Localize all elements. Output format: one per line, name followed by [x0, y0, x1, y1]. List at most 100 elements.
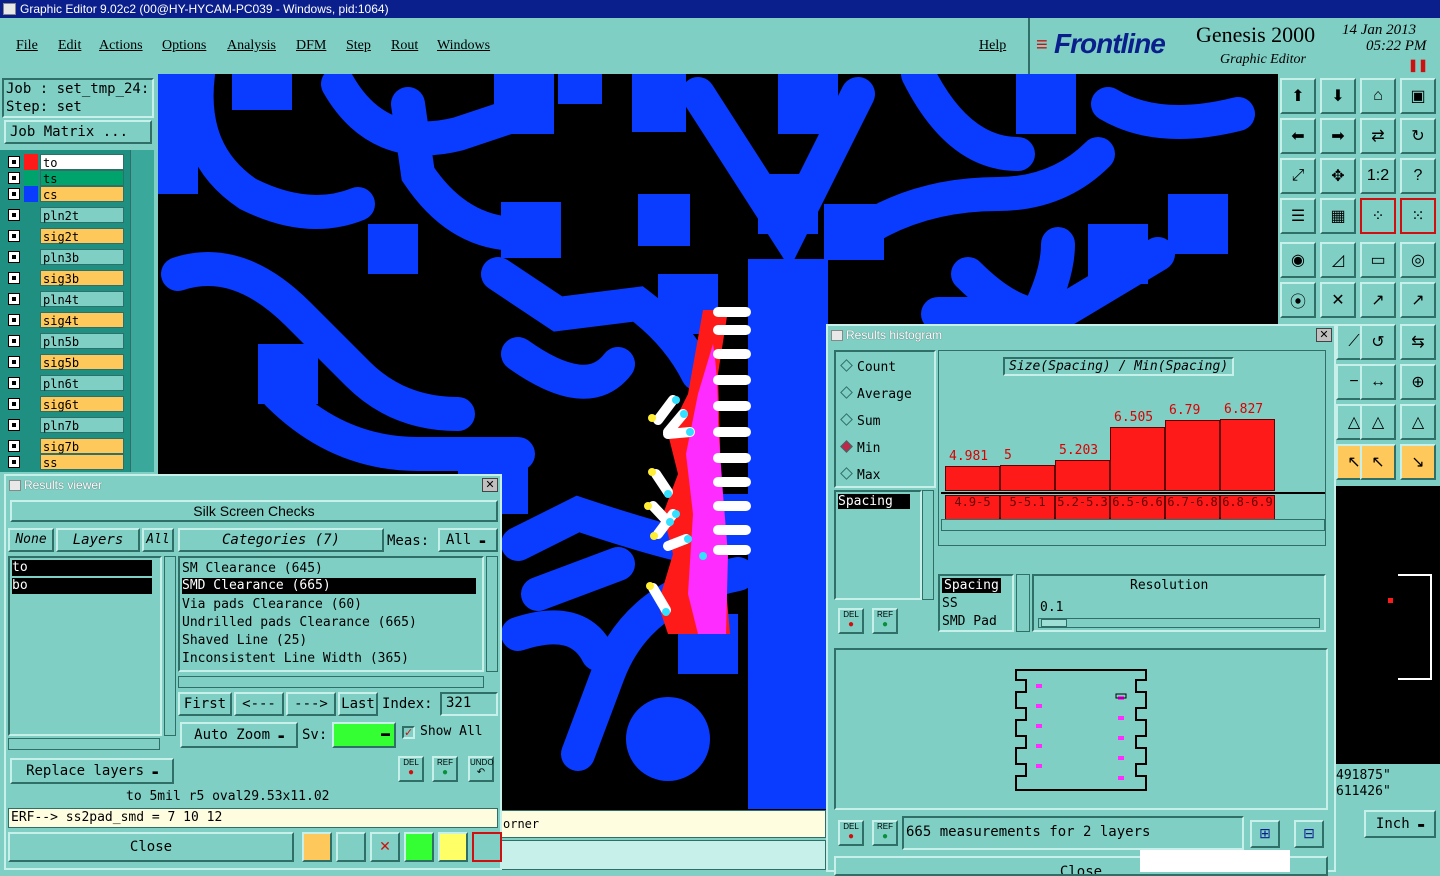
- list-item[interactable]: bo: [12, 578, 152, 594]
- list-item[interactable]: Via pads Clearance (60): [182, 596, 362, 614]
- close-icon[interactable]: ✕: [1316, 328, 1332, 342]
- none-button[interactable]: None: [8, 528, 54, 552]
- tool-scale-icon[interactable]: 1:2: [1360, 158, 1396, 194]
- tool-select-icon[interactable]: ⁘: [1360, 198, 1396, 234]
- measure-scrollbar[interactable]: [922, 490, 934, 600]
- resolution-slider[interactable]: [1038, 618, 1320, 628]
- layer-checkbox[interactable]: [8, 314, 20, 326]
- last-button[interactable]: Last: [338, 692, 378, 716]
- del-button[interactable]: DEL ●: [398, 756, 424, 782]
- layer-row-sig6t[interactable]: sig6t: [6, 396, 124, 412]
- categories-button[interactable]: Categories (7): [178, 528, 384, 552]
- tool-window-icon[interactable]: ▣: [1400, 78, 1436, 114]
- layer-list-scrollbar[interactable]: [164, 556, 176, 736]
- tool-move-right-icon[interactable]: ➡: [1320, 118, 1356, 154]
- layer-row-sig5b[interactable]: sig5b: [6, 354, 124, 370]
- tool-triangle-alt-icon[interactable]: △: [1400, 404, 1436, 440]
- all-layers-button[interactable]: All: [142, 528, 174, 552]
- job-matrix-button[interactable]: Job Matrix ...: [4, 120, 152, 144]
- tool-flip-icon[interactable]: ⇆: [1400, 324, 1436, 360]
- list-item[interactable]: SMD Clearance (665): [182, 578, 476, 594]
- mode-average[interactable]: Average: [840, 386, 912, 402]
- menu-options[interactable]: Options: [162, 38, 206, 54]
- layers-button[interactable]: Layers: [56, 528, 140, 552]
- list-item[interactable]: SM Clearance (645): [182, 560, 323, 578]
- menu-step[interactable]: Step: [346, 38, 371, 54]
- menu-file[interactable]: File: [16, 38, 38, 54]
- prev-button[interactable]: <---: [234, 692, 284, 716]
- ref-button[interactable]: REF ●: [432, 756, 458, 782]
- command-line[interactable]: [500, 840, 826, 870]
- list-item[interactable]: Shaved Line (25): [182, 632, 307, 650]
- tool-grid-icon[interactable]: ▦: [1320, 198, 1356, 234]
- ref-button[interactable]: REF ●: [872, 608, 898, 634]
- list-item[interactable]: Spacing: [838, 494, 910, 509]
- next-button[interactable]: --->: [286, 692, 336, 716]
- layer-row-sig3b[interactable]: sig3b: [6, 270, 124, 286]
- tool-line-icon[interactable]: ◿: [1320, 242, 1356, 278]
- layer-checkbox[interactable]: [8, 335, 20, 347]
- ref-button[interactable]: REF ●: [872, 820, 898, 846]
- layer-swap-icon[interactable]: [404, 832, 434, 862]
- layer-checkbox[interactable]: [8, 230, 20, 242]
- layer-scrollbar[interactable]: [130, 150, 154, 472]
- tool-triangle-icon[interactable]: △: [1360, 404, 1396, 440]
- tool-target-icon[interactable]: ◎: [1400, 242, 1436, 278]
- type-scrollbar[interactable]: [1016, 574, 1030, 632]
- layer-checkbox[interactable]: [8, 251, 20, 263]
- replace-layers-select[interactable]: Replace layers ▬: [10, 758, 174, 784]
- layer-checkbox[interactable]: [8, 156, 20, 168]
- tool-snap-icon[interactable]: ⊕: [1400, 364, 1436, 400]
- tool-ruler-icon[interactable]: ▭: [1360, 242, 1396, 278]
- layer-row-ss[interactable]: ss: [6, 454, 124, 470]
- tool-move-down-icon[interactable]: ⬇: [1320, 78, 1356, 114]
- tool-home-icon[interactable]: ⌂: [1360, 78, 1396, 114]
- layer-checkbox[interactable]: [8, 419, 20, 431]
- silk-screen-heading[interactable]: Silk Screen Checks: [10, 500, 498, 522]
- layer-row-to[interactable]: to: [6, 154, 124, 170]
- show-all-checkbox[interactable]: ✓: [402, 726, 415, 739]
- measure-icon[interactable]: [302, 832, 332, 862]
- histogram-bar[interactable]: [1055, 460, 1110, 491]
- import-icon[interactable]: ⊟: [1294, 820, 1324, 848]
- layer-row-pln6t[interactable]: pln6t: [6, 375, 124, 391]
- layer-checkbox[interactable]: [8, 398, 20, 410]
- ref-delete-icon[interactable]: ✕: [370, 832, 400, 862]
- layer-row-pln7b[interactable]: pln7b: [6, 417, 124, 433]
- tool-pointer-select-icon[interactable]: ↖: [1360, 444, 1396, 480]
- tool-pointer-move-icon[interactable]: ↘: [1400, 444, 1436, 480]
- layer-checkbox[interactable]: [8, 377, 20, 389]
- tool-measure-point-icon[interactable]: ↗: [1400, 282, 1436, 318]
- sv-color-select[interactable]: ▬: [332, 722, 396, 748]
- auto-zoom-select[interactable]: Auto Zoom ▬: [180, 722, 298, 748]
- histogram-bar[interactable]: [1220, 419, 1275, 491]
- histogram-bar[interactable]: [1110, 427, 1165, 491]
- mode-sum[interactable]: Sum: [840, 413, 880, 429]
- chart-hscrollbar[interactable]: [941, 519, 1325, 531]
- tool-connect-icon[interactable]: ⦿: [1280, 282, 1316, 318]
- histogram-icon[interactable]: [472, 832, 502, 862]
- report-icon[interactable]: [438, 832, 468, 862]
- list-item[interactable]: SMD Pad: [942, 614, 997, 629]
- flag-icon[interactable]: [336, 832, 366, 862]
- layer-checkbox[interactable]: [8, 456, 20, 468]
- slider-handle[interactable]: [1041, 619, 1067, 627]
- layer-checkbox[interactable]: [8, 272, 20, 284]
- layer-row-pln4t[interactable]: pln4t: [6, 291, 124, 307]
- histogram-bar[interactable]: [1000, 465, 1055, 491]
- histogram-bar[interactable]: [945, 466, 1000, 491]
- layer-row-sig4t[interactable]: sig4t: [6, 312, 124, 328]
- layer-row-sig7b[interactable]: sig7b: [6, 438, 124, 454]
- layer-checkbox[interactable]: [8, 188, 20, 200]
- first-button[interactable]: First: [178, 692, 232, 716]
- menu-analysis[interactable]: Analysis: [227, 38, 276, 54]
- menu-help[interactable]: Help: [979, 38, 1006, 54]
- list-item[interactable]: Inconsistent Line Width (365): [182, 650, 409, 668]
- list-item[interactable]: SS: [942, 596, 958, 611]
- menu-dfm[interactable]: DFM: [296, 38, 326, 54]
- menu-actions[interactable]: Actions: [99, 38, 143, 54]
- mode-count[interactable]: Count: [840, 359, 896, 375]
- layer-row-cs[interactable]: cs: [6, 186, 124, 202]
- layer-list-hscrollbar[interactable]: [8, 738, 160, 750]
- tool-cross-icon[interactable]: ✕: [1320, 282, 1356, 318]
